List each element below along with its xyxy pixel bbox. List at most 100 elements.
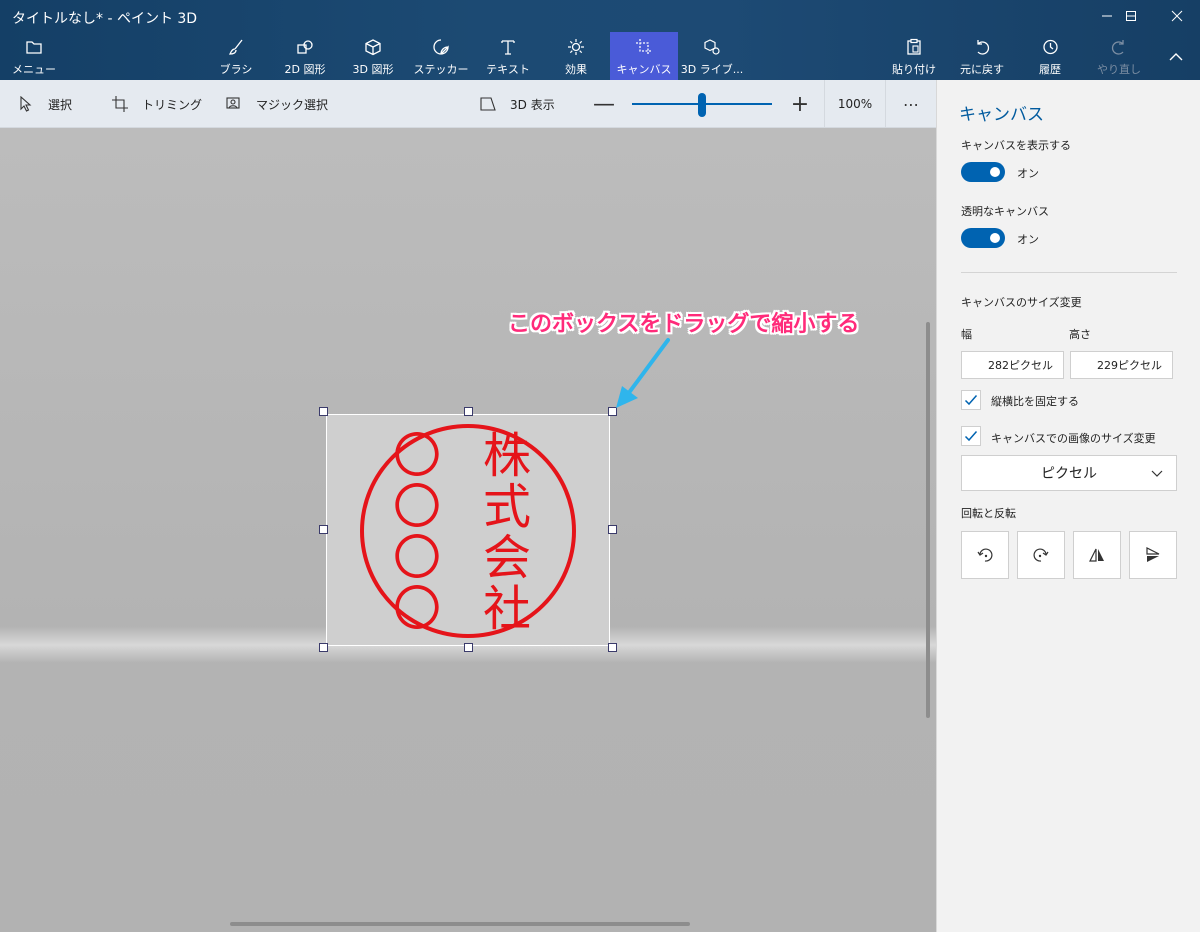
transparent-canvas-toggle[interactable]	[961, 228, 1005, 248]
rotate-right-icon	[1033, 548, 1049, 562]
redo-label: やり直し	[1097, 63, 1141, 76]
flip-horizontal-button[interactable]	[1073, 531, 1121, 579]
transparent-canvas-state: オン	[1017, 233, 1039, 246]
undo-icon	[977, 40, 990, 55]
brush-icon	[228, 39, 243, 55]
zoom-percent[interactable]: 100%	[824, 80, 886, 128]
paste-icon	[907, 38, 921, 55]
title-ribbon-bar: タイトルなし* - ペイント 3D メニュー ブラシ 2D 図形 3D 図形 ス…	[0, 0, 1200, 80]
menu-label: メニュー	[12, 63, 56, 76]
height-field[interactable]: 229ピクセル	[1070, 351, 1173, 379]
redo-button[interactable]: やり直し	[1094, 32, 1144, 80]
resize-handle-bottom-right[interactable]	[608, 643, 617, 652]
crop-icon	[112, 96, 128, 112]
rotate-flip-label: 回転と反転	[961, 507, 1016, 520]
tool-3d-shapes[interactable]: 3D 図形	[344, 32, 402, 80]
transparent-canvas-label: 透明なキャンバス	[961, 205, 1049, 218]
unit-dropdown[interactable]: ピクセル	[961, 455, 1177, 491]
maximize-icon	[1126, 11, 1136, 21]
flip-vertical-button[interactable]	[1129, 531, 1177, 579]
annotation-arrow-icon	[616, 338, 670, 408]
tool-3d-shapes-label: 3D 図形	[352, 63, 394, 76]
show-canvas-toggle[interactable]	[961, 162, 1005, 182]
resize-handle-bottom[interactable]	[464, 643, 473, 652]
zoom-out-button[interactable]: —	[593, 92, 615, 117]
panel-divider	[961, 272, 1177, 273]
show-canvas-label: キャンバスを表示する	[961, 139, 1071, 152]
sticker-icon	[433, 39, 449, 55]
rotate-left-icon	[977, 548, 993, 562]
stamp-text-right: 株式会社	[474, 430, 530, 634]
resize-handle-left[interactable]	[319, 525, 328, 534]
zoom-in-button[interactable]: +	[790, 92, 810, 117]
resize-handle-top-left[interactable]	[319, 407, 328, 416]
undo-label: 元に戻す	[960, 63, 1004, 76]
menu-button[interactable]: メニュー	[8, 32, 60, 80]
window-close-button[interactable]	[1154, 0, 1200, 32]
window-maximize-button[interactable]	[1108, 0, 1154, 32]
tool-effects[interactable]: 効果	[548, 32, 604, 80]
checkmark-icon	[964, 431, 978, 442]
resize-handle-bottom-left[interactable]	[319, 643, 328, 652]
canvas-panel: キャンバス キャンバスを表示する オン 透明なキャンバス オン キャンバスのサイ…	[936, 80, 1200, 932]
unit-value: ピクセル	[1041, 466, 1097, 482]
vertical-scrollbar[interactable]	[926, 322, 930, 718]
resize-handle-top[interactable]	[464, 407, 473, 416]
crop-button[interactable]: トリミング	[112, 80, 202, 128]
3d-view-button[interactable]: 3D 表示	[480, 80, 555, 128]
tool-2d-shapes[interactable]: 2D 図形	[276, 32, 334, 80]
redo-icon	[1111, 40, 1124, 55]
flip-horizontal-icon	[1089, 548, 1104, 562]
select-button[interactable]: 選択	[18, 80, 72, 128]
width-field[interactable]: 282ピクセル	[961, 351, 1064, 379]
tool-text[interactable]: テキスト	[480, 32, 536, 80]
horizontal-scrollbar[interactable]	[230, 922, 690, 926]
tool-3d-library-label: 3D ライブ...	[680, 63, 744, 76]
resize-image-checkbox[interactable]	[961, 426, 981, 446]
magic-select-label: マジック選択	[256, 97, 329, 112]
chevron-down-icon	[1151, 470, 1163, 477]
history-button[interactable]: 履歴	[1026, 32, 1074, 80]
rotate-left-button[interactable]	[961, 531, 1009, 579]
folder-icon	[26, 41, 42, 54]
annotation-text: このボックスをドラッグで縮小する	[508, 312, 860, 337]
tool-brushes-label: ブラシ	[219, 63, 253, 76]
tool-canvas-label: キャンバス	[616, 63, 672, 76]
tool-text-label: テキスト	[486, 63, 530, 76]
flip-vertical-icon	[1146, 547, 1160, 562]
undo-button[interactable]: 元に戻す	[954, 32, 1010, 80]
lock-aspect-label: 縦横比を固定する	[991, 395, 1079, 408]
width-label: 幅	[961, 328, 972, 341]
paste-button[interactable]: 貼り付け	[888, 32, 940, 80]
crop-label: トリミング	[142, 97, 203, 112]
canvas-crop-icon	[636, 39, 652, 55]
3d-view-label: 3D 表示	[510, 97, 555, 112]
cursor-icon	[20, 96, 32, 112]
sun-icon	[568, 39, 584, 55]
chevron-up-icon	[1169, 53, 1183, 61]
3d-library-icon	[704, 39, 720, 55]
tool-stickers[interactable]: ステッカー	[410, 32, 472, 80]
text-icon	[501, 40, 515, 55]
select-label: 選択	[48, 97, 73, 112]
magic-select-button[interactable]: マジック選択	[226, 80, 328, 128]
close-icon	[1171, 10, 1183, 22]
resize-canvas-label: キャンバスのサイズ変更	[961, 296, 1082, 309]
show-canvas-state: オン	[1017, 167, 1039, 180]
rotate-right-button[interactable]	[1017, 531, 1065, 579]
window-title: タイトルなし* - ペイント 3D	[12, 11, 198, 27]
collapse-ribbon-button[interactable]	[1160, 32, 1192, 80]
lock-aspect-checkbox[interactable]	[961, 390, 981, 410]
paste-label: 貼り付け	[892, 63, 936, 76]
tool-canvas[interactable]: キャンバス	[610, 32, 678, 80]
resize-handle-right[interactable]	[608, 525, 617, 534]
tool-3d-library[interactable]: 3D ライブ...	[680, 32, 744, 80]
more-options-button[interactable]: ⋯	[888, 80, 934, 128]
history-label: 履歴	[1039, 63, 1061, 76]
tool-brushes[interactable]: ブラシ	[210, 32, 262, 80]
zoom-slider-thumb[interactable]	[698, 93, 706, 117]
tool-2d-shapes-label: 2D 図形	[284, 63, 326, 76]
magic-select-icon	[226, 97, 240, 109]
panel-title: キャンバス	[959, 105, 1044, 125]
history-icon	[1043, 39, 1058, 55]
